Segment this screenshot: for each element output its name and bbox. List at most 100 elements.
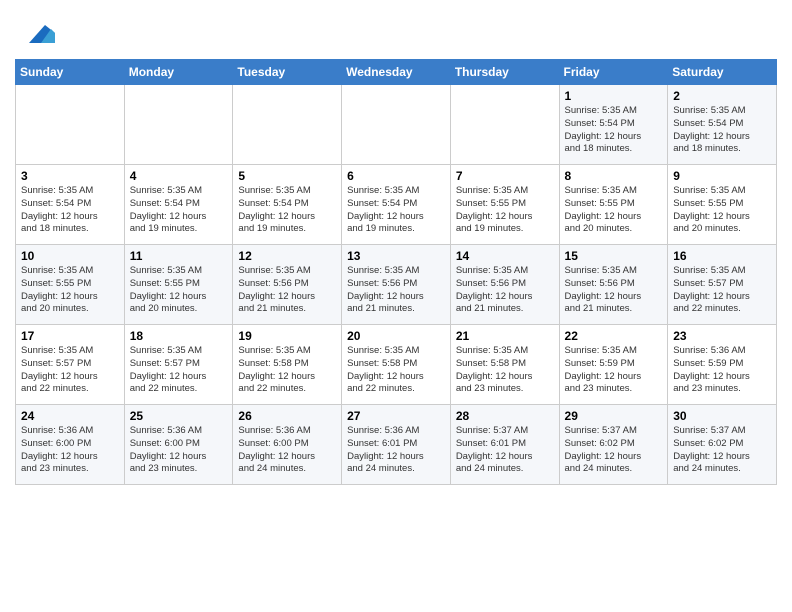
day-info: Sunrise: 5:35 AM Sunset: 5:55 PM Dayligh… [21, 265, 119, 316]
day-info: Sunrise: 5:36 AM Sunset: 6:01 PM Dayligh… [347, 425, 445, 476]
day-info: Sunrise: 5:35 AM Sunset: 5:54 PM Dayligh… [21, 185, 119, 236]
day-number: 12 [238, 249, 336, 263]
calendar-body: 1 Sunrise: 5:35 AM Sunset: 5:54 PM Daylig… [16, 85, 777, 485]
day-number: 24 [21, 409, 119, 423]
day-cell: 8 Sunrise: 5:35 AM Sunset: 5:55 PM Daylig… [559, 165, 668, 245]
logo-icon [19, 15, 55, 51]
week-row-5: 24 Sunrise: 5:36 AM Sunset: 6:00 PM Dayli… [16, 405, 777, 485]
day-number: 6 [347, 169, 445, 183]
day-cell: 27 Sunrise: 5:36 AM Sunset: 6:01 PM Dayli… [342, 405, 451, 485]
day-cell: 18 Sunrise: 5:35 AM Sunset: 5:57 PM Dayli… [124, 325, 233, 405]
day-info: Sunrise: 5:35 AM Sunset: 5:56 PM Dayligh… [565, 265, 663, 316]
day-info: Sunrise: 5:36 AM Sunset: 6:00 PM Dayligh… [130, 425, 228, 476]
day-number: 23 [673, 329, 771, 343]
day-cell: 14Sunrise: 5:35 AM Sunset: 5:56 PM Dayli… [450, 245, 559, 325]
day-info: Sunrise: 5:35 AM Sunset: 5:55 PM Dayligh… [456, 185, 554, 236]
day-info: Sunrise: 5:35 AM Sunset: 5:58 PM Dayligh… [238, 345, 336, 396]
day-info: Sunrise: 5:37 AM Sunset: 6:02 PM Dayligh… [673, 425, 771, 476]
day-info: Sunrise: 5:35 AM Sunset: 5:56 PM Dayligh… [238, 265, 336, 316]
day-info: Sunrise: 5:37 AM Sunset: 6:01 PM Dayligh… [456, 425, 554, 476]
day-cell: 20 Sunrise: 5:35 AM Sunset: 5:58 PM Dayli… [342, 325, 451, 405]
day-cell: 10 Sunrise: 5:35 AM Sunset: 5:55 PM Dayli… [16, 245, 125, 325]
day-cell: 1 Sunrise: 5:35 AM Sunset: 5:54 PM Daylig… [559, 85, 668, 165]
day-cell: 30 Sunrise: 5:37 AM Sunset: 6:02 PM Dayli… [668, 405, 777, 485]
day-cell: 9Sunrise: 5:35 AM Sunset: 5:55 PM Daylig… [668, 165, 777, 245]
weekday-friday: Friday [559, 60, 668, 85]
day-cell: 6 Sunrise: 5:35 AM Sunset: 5:54 PM Daylig… [342, 165, 451, 245]
week-row-1: 1 Sunrise: 5:35 AM Sunset: 5:54 PM Daylig… [16, 85, 777, 165]
day-number: 11 [130, 249, 228, 263]
day-number: 2 [673, 89, 771, 103]
calendar-table: SundayMondayTuesdayWednesdayThursdayFrid… [15, 59, 777, 485]
day-info: Sunrise: 5:35 AM Sunset: 5:58 PM Dayligh… [456, 345, 554, 396]
day-cell: 3 Sunrise: 5:35 AM Sunset: 5:54 PM Daylig… [16, 165, 125, 245]
day-cell: 23 Sunrise: 5:36 AM Sunset: 5:59 PM Dayli… [668, 325, 777, 405]
day-cell: 29 Sunrise: 5:37 AM Sunset: 6:02 PM Dayli… [559, 405, 668, 485]
day-number: 27 [347, 409, 445, 423]
day-info: Sunrise: 5:35 AM Sunset: 5:57 PM Dayligh… [130, 345, 228, 396]
day-info: Sunrise: 5:35 AM Sunset: 5:54 PM Dayligh… [673, 105, 771, 156]
day-number: 22 [565, 329, 663, 343]
day-cell [342, 85, 451, 165]
day-info: Sunrise: 5:35 AM Sunset: 5:54 PM Dayligh… [565, 105, 663, 156]
weekday-sunday: Sunday [16, 60, 125, 85]
day-number: 4 [130, 169, 228, 183]
day-info: Sunrise: 5:35 AM Sunset: 5:57 PM Dayligh… [673, 265, 771, 316]
day-number: 20 [347, 329, 445, 343]
week-row-2: 3 Sunrise: 5:35 AM Sunset: 5:54 PM Daylig… [16, 165, 777, 245]
day-cell: 11Sunrise: 5:35 AM Sunset: 5:55 PM Dayli… [124, 245, 233, 325]
day-number: 29 [565, 409, 663, 423]
day-info: Sunrise: 5:35 AM Sunset: 5:54 PM Dayligh… [347, 185, 445, 236]
day-cell: 16Sunrise: 5:35 AM Sunset: 5:57 PM Dayli… [668, 245, 777, 325]
day-number: 21 [456, 329, 554, 343]
day-info: Sunrise: 5:35 AM Sunset: 5:57 PM Dayligh… [21, 345, 119, 396]
day-number: 18 [130, 329, 228, 343]
day-number: 9 [673, 169, 771, 183]
day-number: 3 [21, 169, 119, 183]
day-cell: 22 Sunrise: 5:35 AM Sunset: 5:59 PM Dayli… [559, 325, 668, 405]
week-row-3: 10 Sunrise: 5:35 AM Sunset: 5:55 PM Dayli… [16, 245, 777, 325]
week-row-4: 17 Sunrise: 5:35 AM Sunset: 5:57 PM Dayli… [16, 325, 777, 405]
day-number: 26 [238, 409, 336, 423]
day-cell [233, 85, 342, 165]
day-info: Sunrise: 5:35 AM Sunset: 5:59 PM Dayligh… [565, 345, 663, 396]
day-cell: 5 Sunrise: 5:35 AM Sunset: 5:54 PM Daylig… [233, 165, 342, 245]
day-cell: 26Sunrise: 5:36 AM Sunset: 6:00 PM Dayli… [233, 405, 342, 485]
day-number: 1 [565, 89, 663, 103]
day-cell [16, 85, 125, 165]
day-cell: 21 Sunrise: 5:35 AM Sunset: 5:58 PM Dayli… [450, 325, 559, 405]
day-number: 8 [565, 169, 663, 183]
day-cell: 13 Sunrise: 5:35 AM Sunset: 5:56 PM Dayli… [342, 245, 451, 325]
day-number: 13 [347, 249, 445, 263]
day-number: 19 [238, 329, 336, 343]
day-cell: 7 Sunrise: 5:35 AM Sunset: 5:55 PM Daylig… [450, 165, 559, 245]
header [15, 10, 777, 51]
day-info: Sunrise: 5:35 AM Sunset: 5:55 PM Dayligh… [565, 185, 663, 236]
day-number: 5 [238, 169, 336, 183]
day-cell: 17 Sunrise: 5:35 AM Sunset: 5:57 PM Dayli… [16, 325, 125, 405]
day-info: Sunrise: 5:37 AM Sunset: 6:02 PM Dayligh… [565, 425, 663, 476]
day-cell [450, 85, 559, 165]
day-info: Sunrise: 5:35 AM Sunset: 5:54 PM Dayligh… [238, 185, 336, 236]
day-info: Sunrise: 5:35 AM Sunset: 5:58 PM Dayligh… [347, 345, 445, 396]
day-cell: 25Sunrise: 5:36 AM Sunset: 6:00 PM Dayli… [124, 405, 233, 485]
day-cell: 19 Sunrise: 5:35 AM Sunset: 5:58 PM Dayli… [233, 325, 342, 405]
weekday-monday: Monday [124, 60, 233, 85]
day-number: 30 [673, 409, 771, 423]
logo [15, 15, 55, 51]
calendar-header: SundayMondayTuesdayWednesdayThursdayFrid… [16, 60, 777, 85]
day-number: 7 [456, 169, 554, 183]
day-info: Sunrise: 5:35 AM Sunset: 5:56 PM Dayligh… [347, 265, 445, 316]
weekday-tuesday: Tuesday [233, 60, 342, 85]
day-number: 17 [21, 329, 119, 343]
page: SundayMondayTuesdayWednesdayThursdayFrid… [0, 0, 792, 500]
day-cell: 24Sunrise: 5:36 AM Sunset: 6:00 PM Dayli… [16, 405, 125, 485]
day-number: 14 [456, 249, 554, 263]
day-info: Sunrise: 5:36 AM Sunset: 5:59 PM Dayligh… [673, 345, 771, 396]
day-cell: 12 Sunrise: 5:35 AM Sunset: 5:56 PM Dayli… [233, 245, 342, 325]
day-number: 28 [456, 409, 554, 423]
weekday-saturday: Saturday [668, 60, 777, 85]
day-cell [124, 85, 233, 165]
day-number: 10 [21, 249, 119, 263]
day-info: Sunrise: 5:35 AM Sunset: 5:54 PM Dayligh… [130, 185, 228, 236]
